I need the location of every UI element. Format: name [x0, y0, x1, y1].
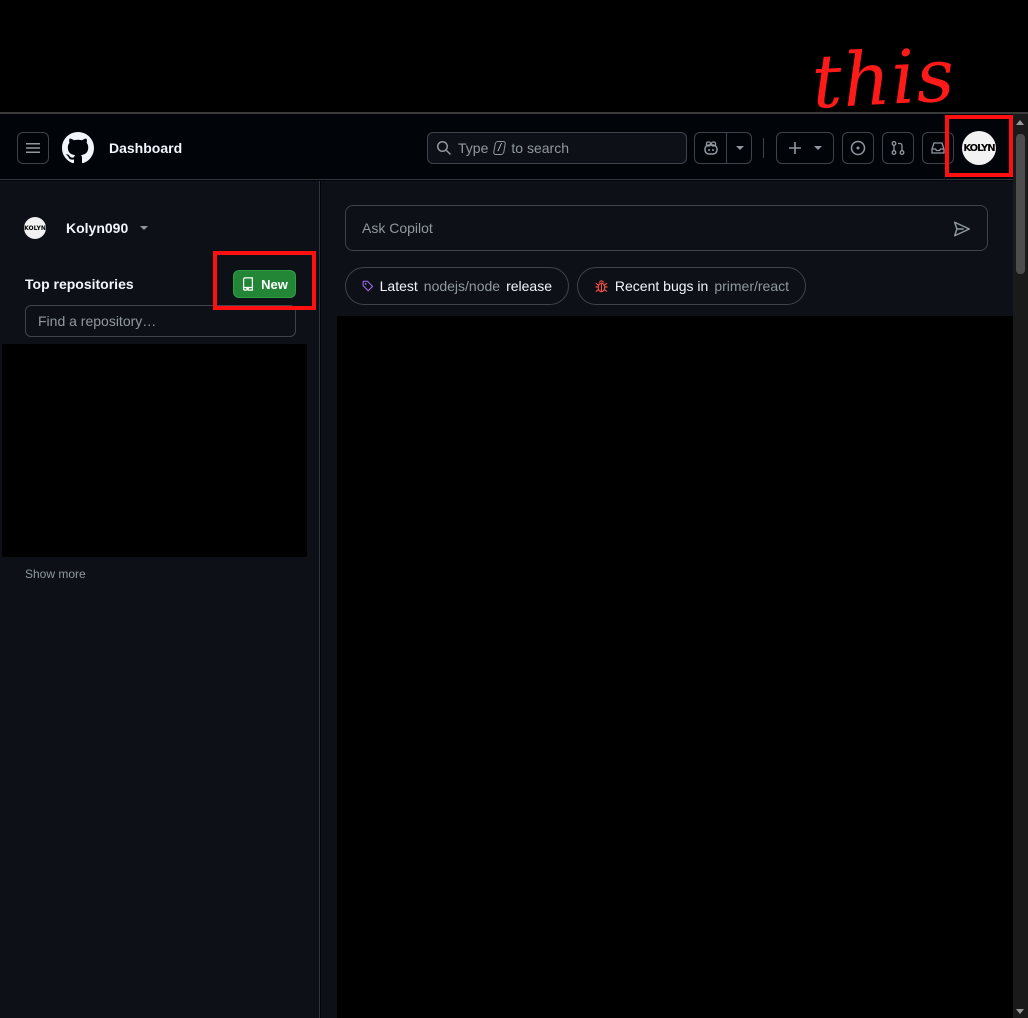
scroll-down-arrow-icon[interactable]	[1016, 1009, 1024, 1014]
copilot-button[interactable]	[695, 133, 728, 163]
account-switcher[interactable]: KOLYN Kolyn090	[24, 217, 149, 239]
chip-suffix: release	[506, 278, 552, 294]
tag-icon	[362, 280, 374, 292]
send-icon[interactable]	[953, 220, 971, 238]
redacted-repository-list	[2, 344, 307, 557]
chip-repo: primer/react	[714, 278, 789, 294]
issues-button[interactable]	[842, 132, 874, 164]
page-scrollbar[interactable]	[1013, 114, 1028, 1018]
top-header: Dashboard Type / to search KOLYN	[0, 114, 1013, 180]
plus-icon	[789, 142, 801, 154]
annotation-box-new-button	[213, 251, 316, 310]
show-more-link[interactable]: Show more	[25, 567, 86, 581]
chevron-down-icon	[736, 146, 745, 150]
browser-window: Dashboard Type / to search KOLYN KOLYN K…	[0, 112, 1028, 1018]
ask-copilot-placeholder: Ask Copilot	[362, 220, 433, 236]
avatar: KOLYN	[24, 217, 46, 239]
chevron-down-icon	[814, 146, 822, 150]
issue-opened-icon	[850, 140, 866, 156]
username-label: Kolyn090	[66, 220, 129, 236]
create-new-button[interactable]	[776, 132, 834, 164]
scrollbar-thumb[interactable]	[1016, 134, 1025, 274]
pull-request-icon	[891, 141, 905, 155]
ask-copilot-input[interactable]: Ask Copilot	[345, 205, 988, 251]
page-title[interactable]: Dashboard	[109, 140, 182, 156]
pull-requests-button[interactable]	[882, 132, 914, 164]
scroll-up-arrow-icon[interactable]	[1016, 120, 1024, 125]
header-divider	[763, 138, 764, 158]
hamburger-icon	[26, 143, 40, 153]
global-search-input[interactable]: Type / to search	[427, 132, 687, 164]
annotation-box-avatar	[945, 115, 1013, 177]
chip-prefix: Recent bugs in	[614, 278, 709, 294]
suggestion-chip-recent-bugs[interactable]: Recent bugs in primer/react	[577, 267, 806, 305]
chip-prefix: Latest	[379, 278, 418, 294]
copilot-icon	[703, 141, 718, 155]
redacted-feed-area	[337, 316, 1013, 1018]
menu-button[interactable]	[17, 132, 49, 164]
suggestion-chip-latest-release[interactable]: Latest nodejs/node release	[345, 267, 569, 305]
chevron-down-icon	[140, 226, 149, 230]
copilot-dropdown-button[interactable]	[727, 133, 751, 163]
bug-icon	[595, 280, 608, 293]
github-logo-icon[interactable]	[62, 132, 94, 164]
search-icon	[437, 141, 452, 156]
search-shortcut-key: /	[493, 141, 507, 155]
copilot-button-group	[694, 132, 752, 164]
top-repositories-heading: Top repositories	[25, 276, 134, 292]
search-prefix-text: Type	[458, 140, 489, 156]
chip-repo: nodejs/node	[423, 278, 501, 294]
main-content: Ask Copilot Latest nodejs/node release R…	[321, 181, 1013, 1018]
search-suffix-text: to search	[511, 140, 570, 156]
inbox-icon	[931, 142, 945, 154]
